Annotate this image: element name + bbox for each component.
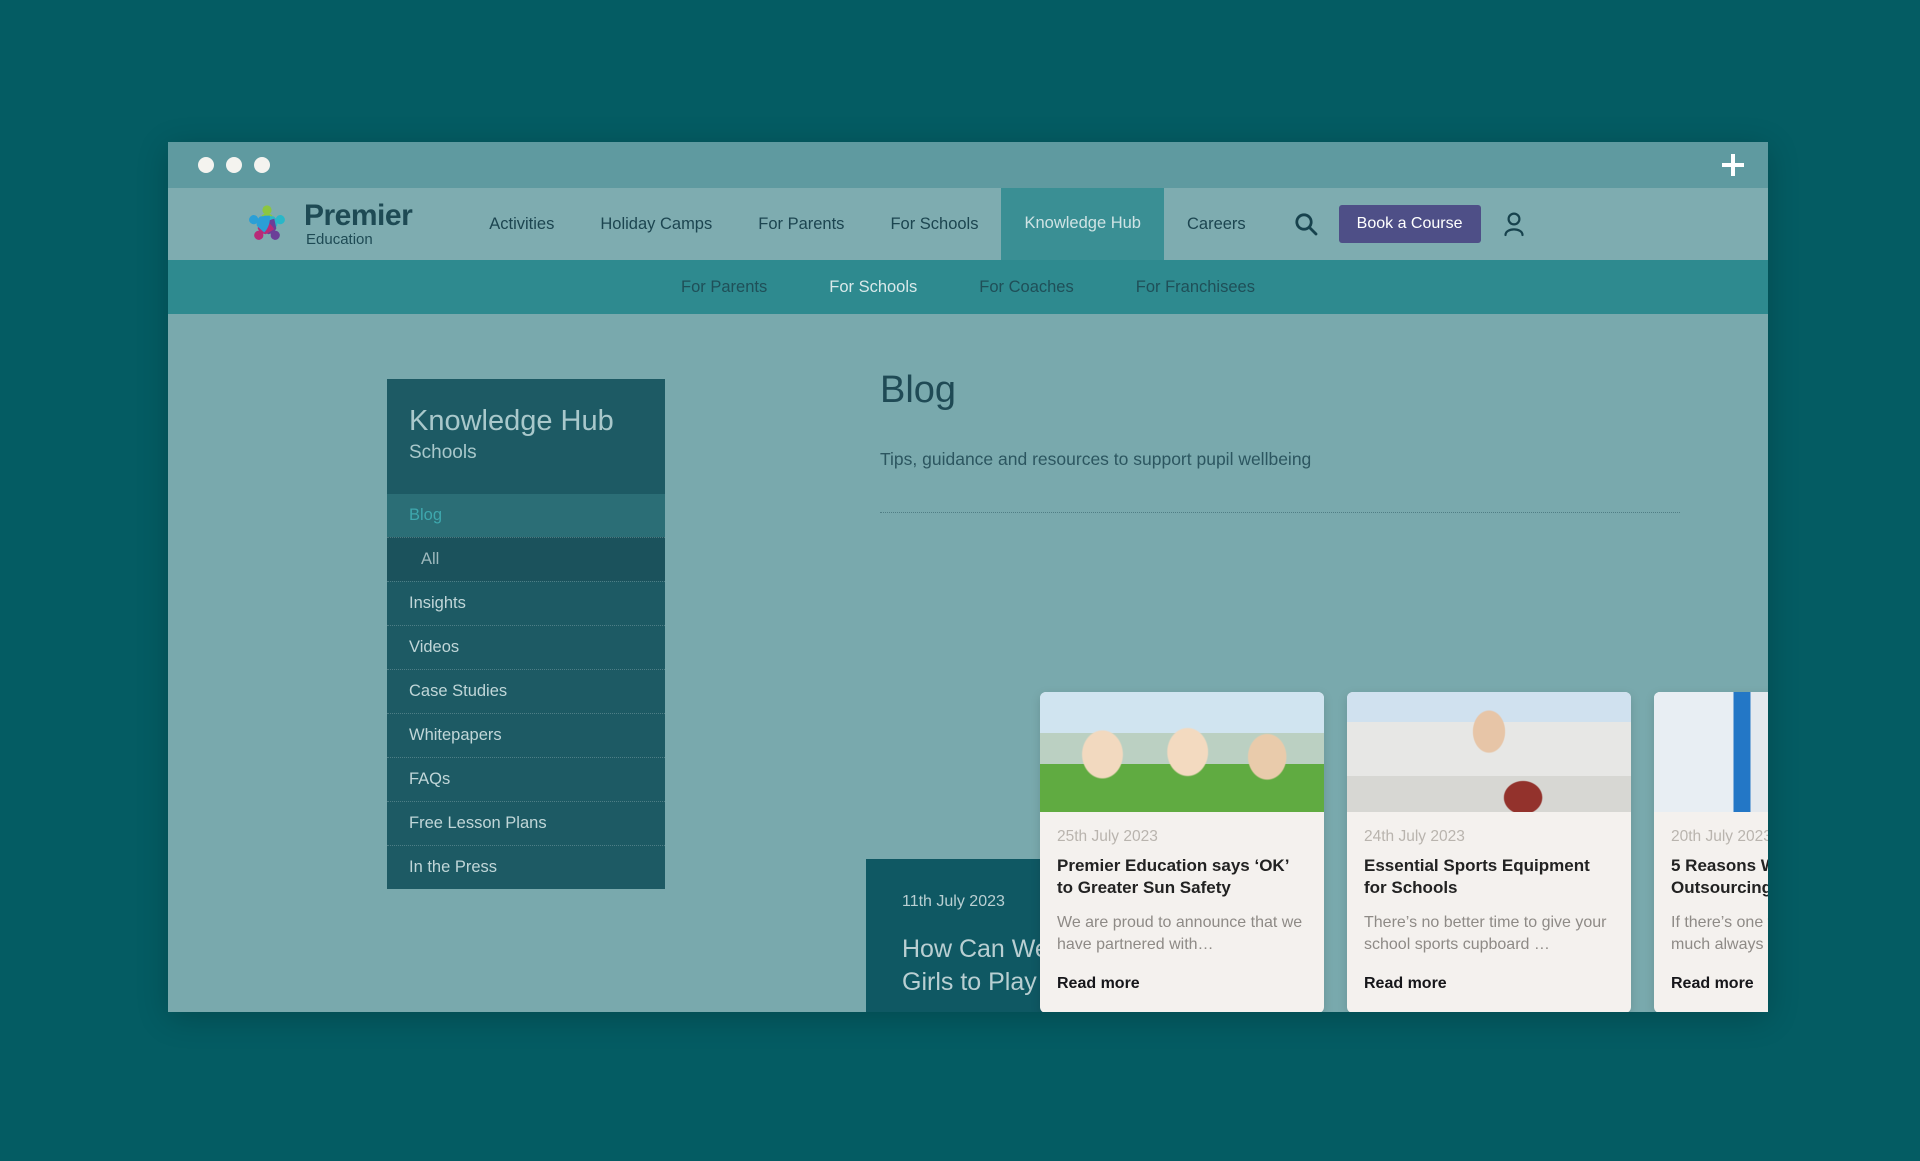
sidebar-item-insights[interactable]: Insights [387, 581, 665, 625]
user-account-icon[interactable] [1501, 210, 1527, 238]
blog-card-date: 25th July 2023 [1057, 828, 1158, 845]
nav-item-knowledge-hub[interactable]: Knowledge Hub [1001, 188, 1164, 260]
browser-window: Premier Education Activities Holiday Cam… [168, 142, 1768, 1012]
blog-card-image [1654, 692, 1768, 812]
page-title: Blog [880, 369, 957, 411]
logo-brand-tagline: Education [306, 231, 373, 248]
heading-divider [880, 512, 1680, 513]
blog-card-title: Premier Education says ‘OK’ to Greater S… [1057, 856, 1289, 897]
nav-item-holiday-camps[interactable]: Holiday Camps [577, 188, 735, 260]
sidebar-header: Knowledge Hub Schools [387, 379, 665, 494]
blog-card-excerpt: We are proud to announce that we have pa… [1057, 913, 1303, 954]
sidebar-subtitle: Schools [409, 442, 477, 463]
blog-card-date: 20th July 2023 [1671, 828, 1768, 845]
sidebar-item-free-lesson-plans[interactable]: Free Lesson Plans [387, 801, 665, 845]
blog-card[interactable]: 20th July 2023 5 Reasons Why Schools are… [1654, 692, 1768, 1012]
window-controls [188, 157, 270, 173]
header-actions: Book a Course [1293, 205, 1527, 243]
premier-education-logo[interactable]: Premier Education [240, 197, 413, 251]
blog-card-read-more[interactable]: Read more [1671, 975, 1768, 993]
maximize-window-icon[interactable] [254, 157, 270, 173]
blog-card-read-more[interactable]: Read more [1057, 975, 1307, 993]
nav-item-for-schools[interactable]: For Schools [867, 188, 1001, 260]
sidebar-item-in-the-press[interactable]: In the Press [387, 845, 665, 889]
blog-card-grid: 25th July 2023 Premier Education says ‘O… [1040, 692, 1768, 1012]
sidebar-item-faqs[interactable]: FAQs [387, 757, 665, 801]
blog-card-image [1040, 692, 1324, 812]
primary-navigation: Activities Holiday Camps For Parents For… [466, 188, 1268, 260]
secondary-navigation: For Parents For Schools For Coaches For … [168, 260, 1768, 314]
sidebar-item-whitepapers[interactable]: Whitepapers [387, 713, 665, 757]
minimize-window-icon[interactable] [226, 157, 242, 173]
nav-item-for-parents[interactable]: For Parents [735, 188, 867, 260]
page-subtitle: Tips, guidance and resources to support … [880, 449, 1312, 469]
pinwheel-people-logo-icon [240, 197, 294, 251]
search-icon[interactable] [1293, 211, 1319, 237]
blog-heading-block: Blog Tips, guidance and resources to sup… [880, 369, 1768, 513]
sidebar-item-videos[interactable]: Videos [387, 625, 665, 669]
blog-card[interactable]: 24th July 2023 Essential Sports Equipmen… [1347, 692, 1631, 1012]
blog-card-excerpt: If there’s one thing that’s pretty much … [1671, 913, 1768, 954]
page-body: Knowledge Hub Schools Blog All Insights … [168, 314, 1768, 1012]
blog-card-date: 24th July 2023 [1364, 828, 1465, 845]
sidebar-title: Knowledge Hub [409, 405, 614, 437]
sidebar-item-all[interactable]: All [387, 537, 665, 581]
subnav-item-for-coaches[interactable]: For Coaches [979, 278, 1073, 297]
book-a-course-button[interactable]: Book a Course [1338, 205, 1481, 243]
blog-card[interactable]: 25th July 2023 Premier Education says ‘O… [1040, 692, 1324, 1012]
blog-card-title: Essential Sports Equipment for Schools [1364, 856, 1590, 897]
site-header: Premier Education Activities Holiday Cam… [168, 188, 1768, 260]
new-tab-icon[interactable] [1722, 154, 1744, 176]
close-window-icon[interactable] [198, 157, 214, 173]
nav-item-careers[interactable]: Careers [1164, 188, 1269, 260]
blog-card-image [1347, 692, 1631, 812]
logo-wordmark: Premier Education [304, 199, 413, 248]
blog-card-read-more[interactable]: Read more [1364, 975, 1614, 993]
subnav-item-for-parents[interactable]: For Parents [681, 278, 767, 297]
website-viewport: Premier Education Activities Holiday Cam… [168, 188, 1768, 1012]
sidebar-item-case-studies[interactable]: Case Studies [387, 669, 665, 713]
blog-card-title: 5 Reasons Why Schools are Outsourcing Wr… [1671, 856, 1768, 897]
knowledge-hub-sidebar: Knowledge Hub Schools Blog All Insights … [387, 379, 665, 889]
nav-item-activities[interactable]: Activities [466, 188, 577, 260]
sidebar-menu: Blog All Insights Videos Case Studies Wh… [387, 494, 665, 889]
subnav-item-for-schools[interactable]: For Schools [829, 278, 917, 297]
logo-brand-name: Premier [304, 199, 413, 232]
subnav-item-for-franchisees[interactable]: For Franchisees [1136, 278, 1255, 297]
blog-card-excerpt: There’s no better time to give your scho… [1364, 913, 1607, 954]
sidebar-item-blog[interactable]: Blog [387, 494, 665, 537]
browser-titlebar [168, 142, 1768, 188]
